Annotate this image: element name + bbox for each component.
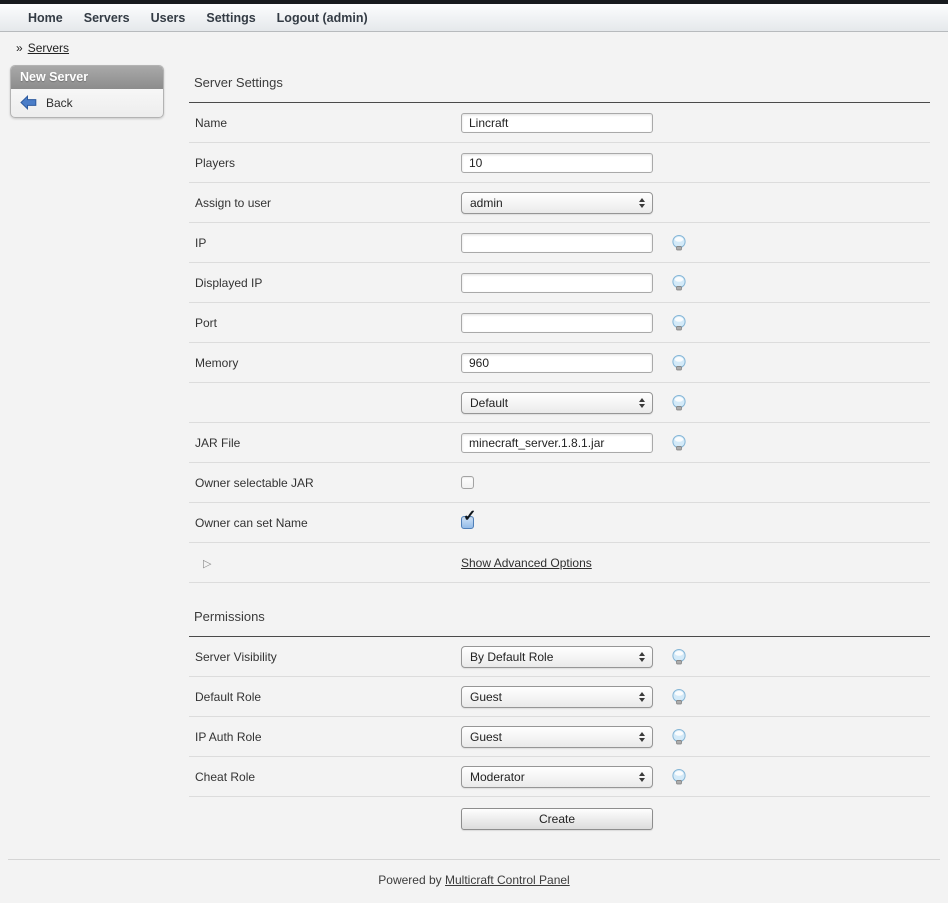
row-default-role: Default Role Guest bbox=[189, 677, 930, 717]
row-owner-selectable-jar: Owner selectable JAR bbox=[189, 463, 930, 503]
sidebar-title: New Server bbox=[11, 66, 163, 89]
select-value: Default bbox=[462, 396, 508, 410]
help-bulb-icon[interactable] bbox=[670, 394, 688, 412]
checkmark-icon: ✓ bbox=[463, 509, 476, 525]
players-label: Players bbox=[189, 156, 461, 170]
server-visibility-label: Server Visibility bbox=[189, 650, 461, 664]
main-content: Server Settings Name Players Assign to u… bbox=[189, 65, 930, 841]
server-settings-heading: Server Settings bbox=[189, 65, 930, 103]
jar-file-input[interactable] bbox=[461, 433, 653, 453]
row-port: Port bbox=[189, 303, 930, 343]
breadcrumb-servers-link[interactable]: Servers bbox=[28, 41, 69, 55]
row-assign-to-user: Assign to user admin bbox=[189, 183, 930, 223]
jar-file-label: JAR File bbox=[189, 436, 461, 450]
expander-triangle-icon[interactable]: ▷ bbox=[203, 558, 211, 570]
help-bulb-icon[interactable] bbox=[670, 314, 688, 332]
nav-settings[interactable]: Settings bbox=[206, 11, 255, 25]
default-preset-select[interactable]: Default bbox=[461, 392, 653, 414]
owner-can-set-name-label: Owner can set Name bbox=[189, 516, 461, 530]
row-ip-auth-role: IP Auth Role Guest bbox=[189, 717, 930, 757]
select-value: Moderator bbox=[462, 770, 525, 784]
nav-users[interactable]: Users bbox=[151, 11, 186, 25]
row-cheat-role: Cheat Role Moderator bbox=[189, 757, 930, 797]
help-bulb-icon[interactable] bbox=[670, 768, 688, 786]
select-stepper-icon bbox=[639, 772, 645, 782]
show-advanced-options-link[interactable]: Show Advanced Options bbox=[461, 556, 592, 570]
page-footer: Powered by Multicraft Control Panel bbox=[8, 859, 940, 887]
row-ip: IP bbox=[189, 223, 930, 263]
owner-can-set-name-checkbox[interactable]: ✓ bbox=[461, 516, 474, 529]
row-name: Name bbox=[189, 103, 930, 143]
default-role-label: Default Role bbox=[189, 690, 461, 704]
select-value: Guest bbox=[462, 730, 502, 744]
default-role-select[interactable]: Guest bbox=[461, 686, 653, 708]
cheat-role-select[interactable]: Moderator bbox=[461, 766, 653, 788]
memory-input[interactable] bbox=[461, 353, 653, 373]
permissions-heading: Permissions bbox=[189, 599, 930, 637]
displayed-ip-input[interactable] bbox=[461, 273, 653, 293]
breadcrumb: » Servers bbox=[0, 32, 948, 55]
main-navbar: Home Servers Users Settings Logout (admi… bbox=[0, 4, 948, 32]
memory-label: Memory bbox=[189, 356, 461, 370]
server-visibility-select[interactable]: By Default Role bbox=[461, 646, 653, 668]
port-input[interactable] bbox=[461, 313, 653, 333]
row-displayed-ip: Displayed IP bbox=[189, 263, 930, 303]
row-memory: Memory bbox=[189, 343, 930, 383]
assign-to-user-label: Assign to user bbox=[189, 196, 461, 210]
row-server-visibility: Server Visibility By Default Role bbox=[189, 637, 930, 677]
select-stepper-icon bbox=[639, 732, 645, 742]
ip-auth-role-select[interactable]: Guest bbox=[461, 726, 653, 748]
create-button[interactable]: Create bbox=[461, 808, 653, 830]
row-default-preset: Default bbox=[189, 383, 930, 423]
displayed-ip-label: Displayed IP bbox=[189, 276, 461, 290]
help-bulb-icon[interactable] bbox=[670, 274, 688, 292]
back-label: Back bbox=[46, 96, 73, 110]
select-value: admin bbox=[462, 196, 503, 210]
ip-input[interactable] bbox=[461, 233, 653, 253]
back-arrow-icon bbox=[20, 95, 37, 110]
help-bulb-icon[interactable] bbox=[670, 434, 688, 452]
breadcrumb-separator: » bbox=[16, 41, 23, 55]
name-input[interactable] bbox=[461, 113, 653, 133]
help-bulb-icon[interactable] bbox=[670, 728, 688, 746]
row-jar-file: JAR File bbox=[189, 423, 930, 463]
row-advanced-options: ▷ Show Advanced Options bbox=[189, 543, 930, 583]
sidebar-back-button[interactable]: Back bbox=[11, 89, 163, 117]
row-owner-can-set-name: Owner can set Name ✓ bbox=[189, 503, 930, 543]
help-bulb-icon[interactable] bbox=[670, 234, 688, 252]
players-input[interactable] bbox=[461, 153, 653, 173]
help-bulb-icon[interactable] bbox=[670, 648, 688, 666]
sidebar-panel: New Server Back bbox=[10, 65, 164, 118]
multicraft-link[interactable]: Multicraft Control Panel bbox=[445, 873, 570, 887]
select-stepper-icon bbox=[639, 692, 645, 702]
row-players: Players bbox=[189, 143, 930, 183]
select-value: By Default Role bbox=[462, 650, 553, 664]
footer-text: Powered by bbox=[378, 873, 441, 887]
owner-selectable-jar-checkbox[interactable] bbox=[461, 476, 474, 489]
ip-label: IP bbox=[189, 236, 461, 250]
select-stepper-icon bbox=[639, 398, 645, 408]
help-bulb-icon[interactable] bbox=[670, 688, 688, 706]
help-bulb-icon[interactable] bbox=[670, 354, 688, 372]
select-stepper-icon bbox=[639, 198, 645, 208]
cheat-role-label: Cheat Role bbox=[189, 770, 461, 784]
nav-logout[interactable]: Logout (admin) bbox=[277, 11, 368, 25]
owner-selectable-jar-label: Owner selectable JAR bbox=[189, 476, 461, 490]
row-create: Create bbox=[189, 797, 930, 841]
nav-servers[interactable]: Servers bbox=[84, 11, 130, 25]
assign-to-user-select[interactable]: admin bbox=[461, 192, 653, 214]
port-label: Port bbox=[189, 316, 461, 330]
select-value: Guest bbox=[462, 690, 502, 704]
nav-home[interactable]: Home bbox=[28, 11, 63, 25]
name-label: Name bbox=[189, 116, 461, 130]
select-stepper-icon bbox=[639, 652, 645, 662]
ip-auth-role-label: IP Auth Role bbox=[189, 730, 461, 744]
